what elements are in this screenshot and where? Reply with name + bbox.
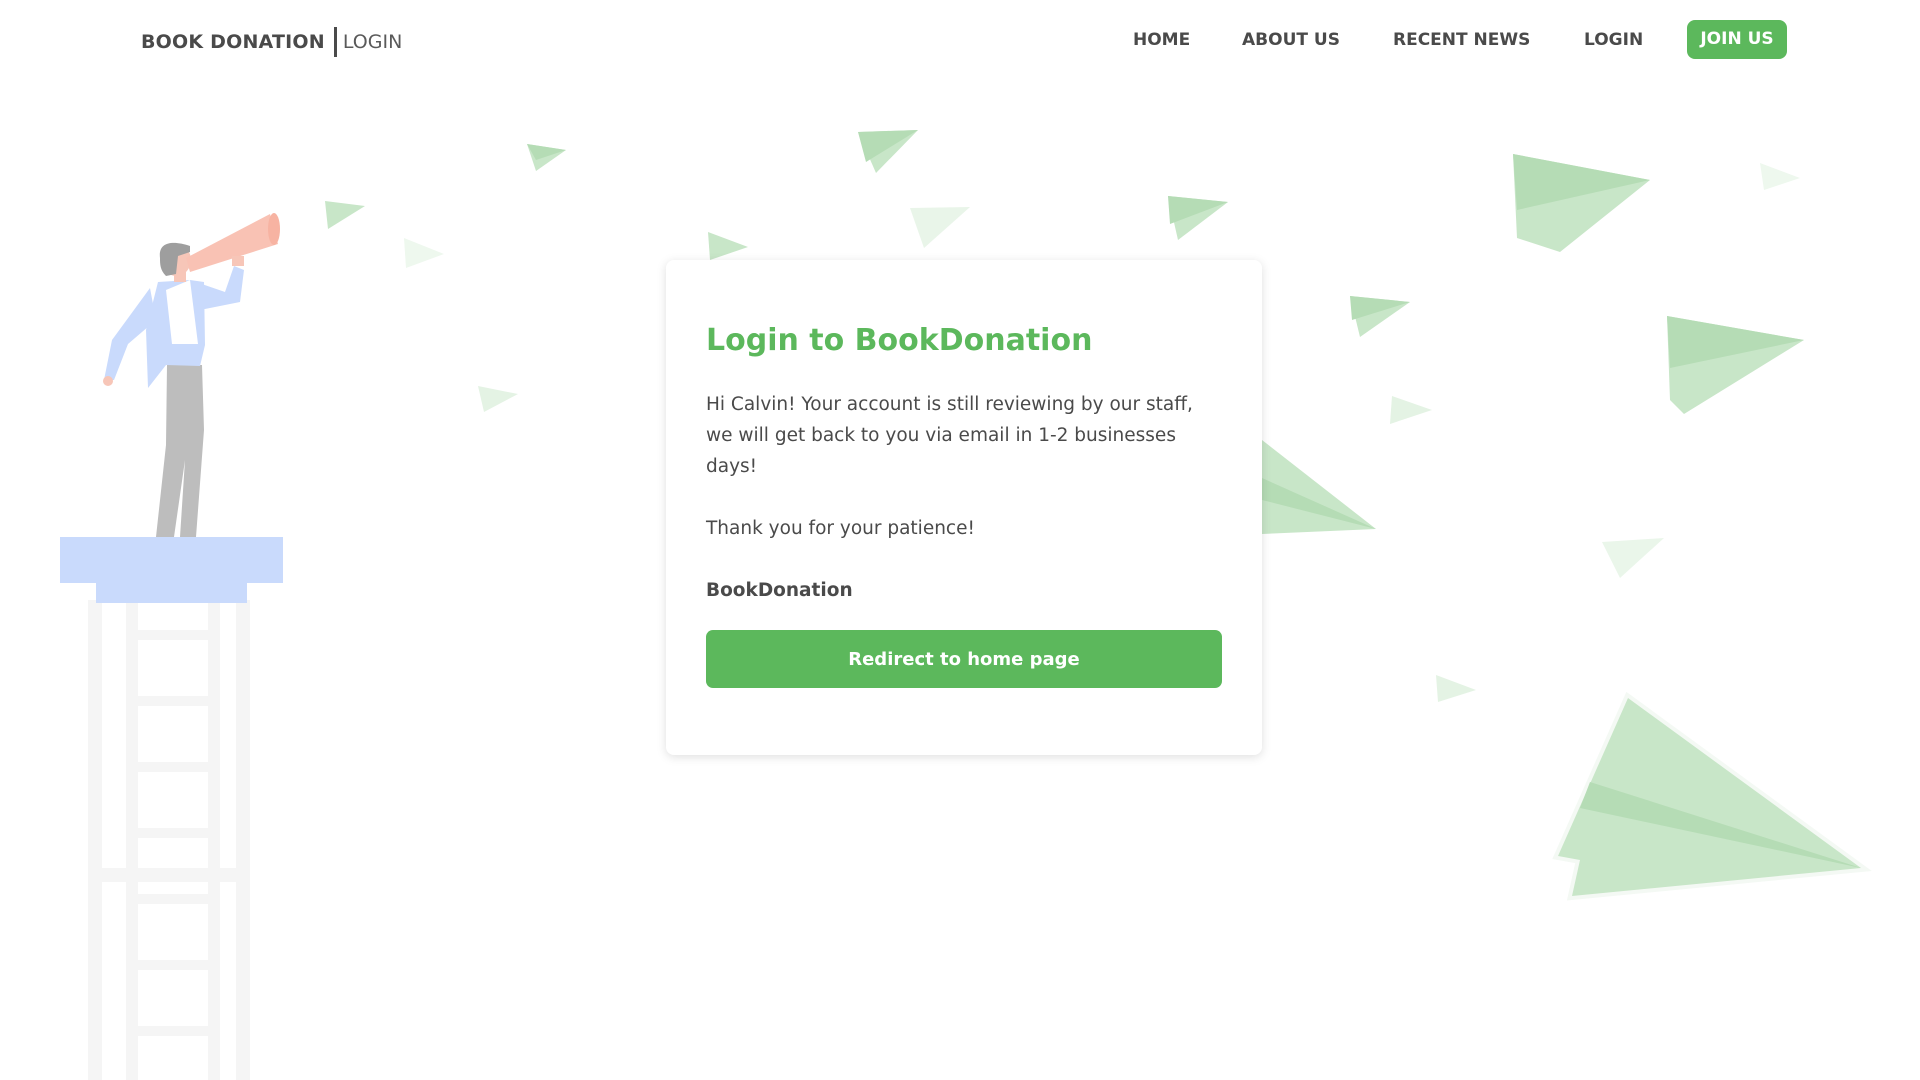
page: BOOK DONATION LOGIN HOME ABOUT US RECENT… [0,0,1920,1080]
ladder-icon [88,600,250,1080]
nav-login-link[interactable]: LOGIN [1584,20,1643,60]
nav-about-us-link[interactable]: ABOUT US [1242,20,1340,60]
card-title: Login to BookDonation [706,323,1093,358]
thank-you-message: Thank you for your patience! [706,518,975,539]
platform-icon [60,537,283,603]
signature: BookDonation [706,580,853,601]
join-us-button[interactable]: JOIN US [1687,20,1787,59]
login-status-card: Login to BookDonation Hi Calvin! Your ac… [666,260,1262,755]
nav-recent-news-link[interactable]: RECENT NEWS [1393,20,1530,60]
redirect-home-button[interactable]: Redirect to home page [706,630,1222,688]
review-status-message: Hi Calvin! Your account is still reviewi… [706,394,1193,477]
person-icon [103,213,280,537]
nav-home-link[interactable]: HOME [1133,20,1190,60]
main-navigation: HOME ABOUT US RECENT NEWS LOGIN JOIN US [0,20,1920,60]
